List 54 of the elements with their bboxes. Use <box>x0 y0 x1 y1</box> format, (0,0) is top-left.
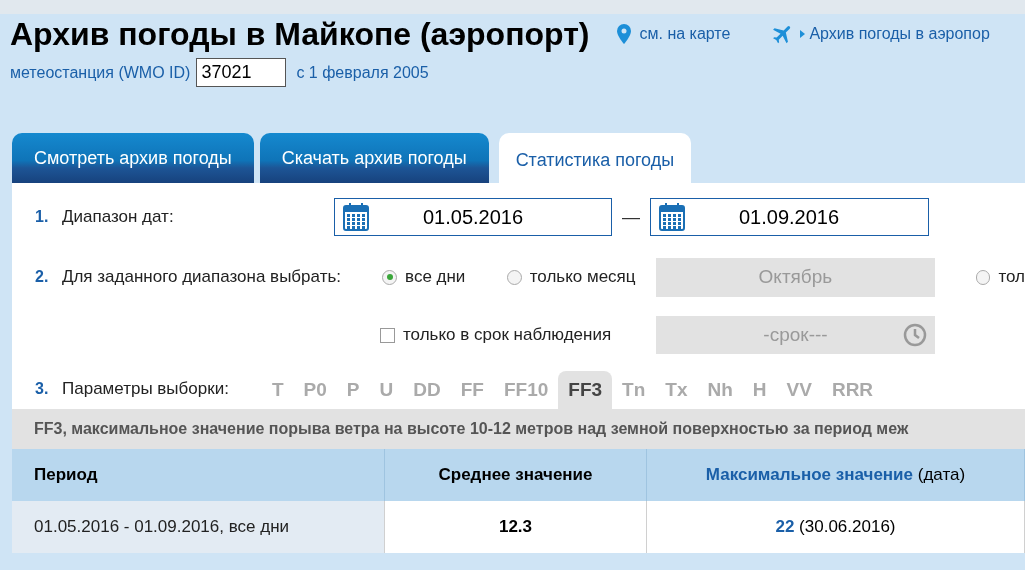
parameter-tab[interactable]: RRR <box>821 371 884 409</box>
parameter-tab[interactable]: P0 <box>293 371 337 409</box>
checkbox[interactable] <box>380 327 395 343</box>
radio-button[interactable] <box>506 269 522 285</box>
column-header: Период <box>12 449 385 501</box>
radio-button[interactable] <box>975 269 991 285</box>
table-cell: 12.3 <box>385 501 647 553</box>
wmo-id-field[interactable]: 37021 <box>196 58 287 87</box>
parameter-tab[interactable]: T <box>262 371 294 409</box>
parameter-tab[interactable]: FF <box>450 371 494 409</box>
parameter-description: FF3, максимальное значение порыва ветра на высоте 10-12 метров над земной поверхностью за период меж <box>12 409 1025 449</box>
step-number: 2. <box>35 267 50 287</box>
parameter-tab[interactable]: Tx <box>655 371 698 409</box>
calendar-icon <box>659 203 685 231</box>
parameter-tab[interactable]: H <box>742 371 777 409</box>
time-select[interactable]: -срок--- <box>656 316 935 354</box>
field-label: Для заданного диапазона выбрать: <box>61 266 342 289</box>
radio-option[interactable]: все дни <box>382 264 507 290</box>
table-cell: 22 (30.06.2016) <box>647 501 1025 553</box>
date-field[interactable]: 01.09.2016 <box>650 198 929 236</box>
range-separator: — <box>622 205 640 229</box>
parameter-tab[interactable]: Tn <box>612 371 656 409</box>
date-field[interactable]: 01.05.2016 <box>334 198 612 236</box>
map-link[interactable]: см. на карте <box>639 22 731 46</box>
radio-button[interactable] <box>382 269 398 285</box>
step-number: 1. <box>35 207 50 227</box>
calendar-icon <box>343 203 369 231</box>
map-pin-icon <box>617 24 632 44</box>
column-header: Среднее значение <box>385 449 647 501</box>
bullet-arrow-icon <box>800 30 806 38</box>
parameter-tab[interactable]: U <box>369 371 404 409</box>
since-date: с 1 февраля 2005 <box>296 62 429 83</box>
tab[interactable]: Статистика погоды <box>498 133 692 183</box>
parameter-tab[interactable]: FF3 <box>558 371 613 409</box>
tab[interactable]: Скачать архив погоды <box>259 133 489 183</box>
page-title: Архив погоды в Майкопе (аэропорт) <box>10 18 590 50</box>
step-number: 3. <box>35 379 50 399</box>
parameter-tab[interactable]: VV <box>776 371 822 409</box>
month-select[interactable]: Октябрь <box>656 257 935 297</box>
radio-option[interactable]: только месяц <box>506 264 657 290</box>
table-cell: 01.05.2016 - 01.09.2016, все дни <box>12 501 385 553</box>
parameter-tab[interactable]: FF10 <box>493 371 559 409</box>
field-label: Диапазон дат: <box>62 206 175 229</box>
station-label: метеостанция (WMO ID) <box>10 62 191 83</box>
parameter-tab[interactable]: P <box>336 371 370 409</box>
parameter-tab[interactable]: Nh <box>697 371 743 409</box>
airport-archive-link[interactable]: Архив погоды в аэропор <box>809 22 990 46</box>
field-label: Параметры выборки: <box>62 377 230 400</box>
column-header: Максимальное значение (дата) <box>647 449 1025 501</box>
radio-option[interactable]: тол <box>975 264 1025 290</box>
tab[interactable]: Смотреть архив погоды <box>12 133 254 183</box>
checkbox-option[interactable]: только в срок наблюдения <box>380 322 656 348</box>
parameter-tab[interactable]: DD <box>403 371 451 409</box>
clock-icon <box>903 323 927 347</box>
